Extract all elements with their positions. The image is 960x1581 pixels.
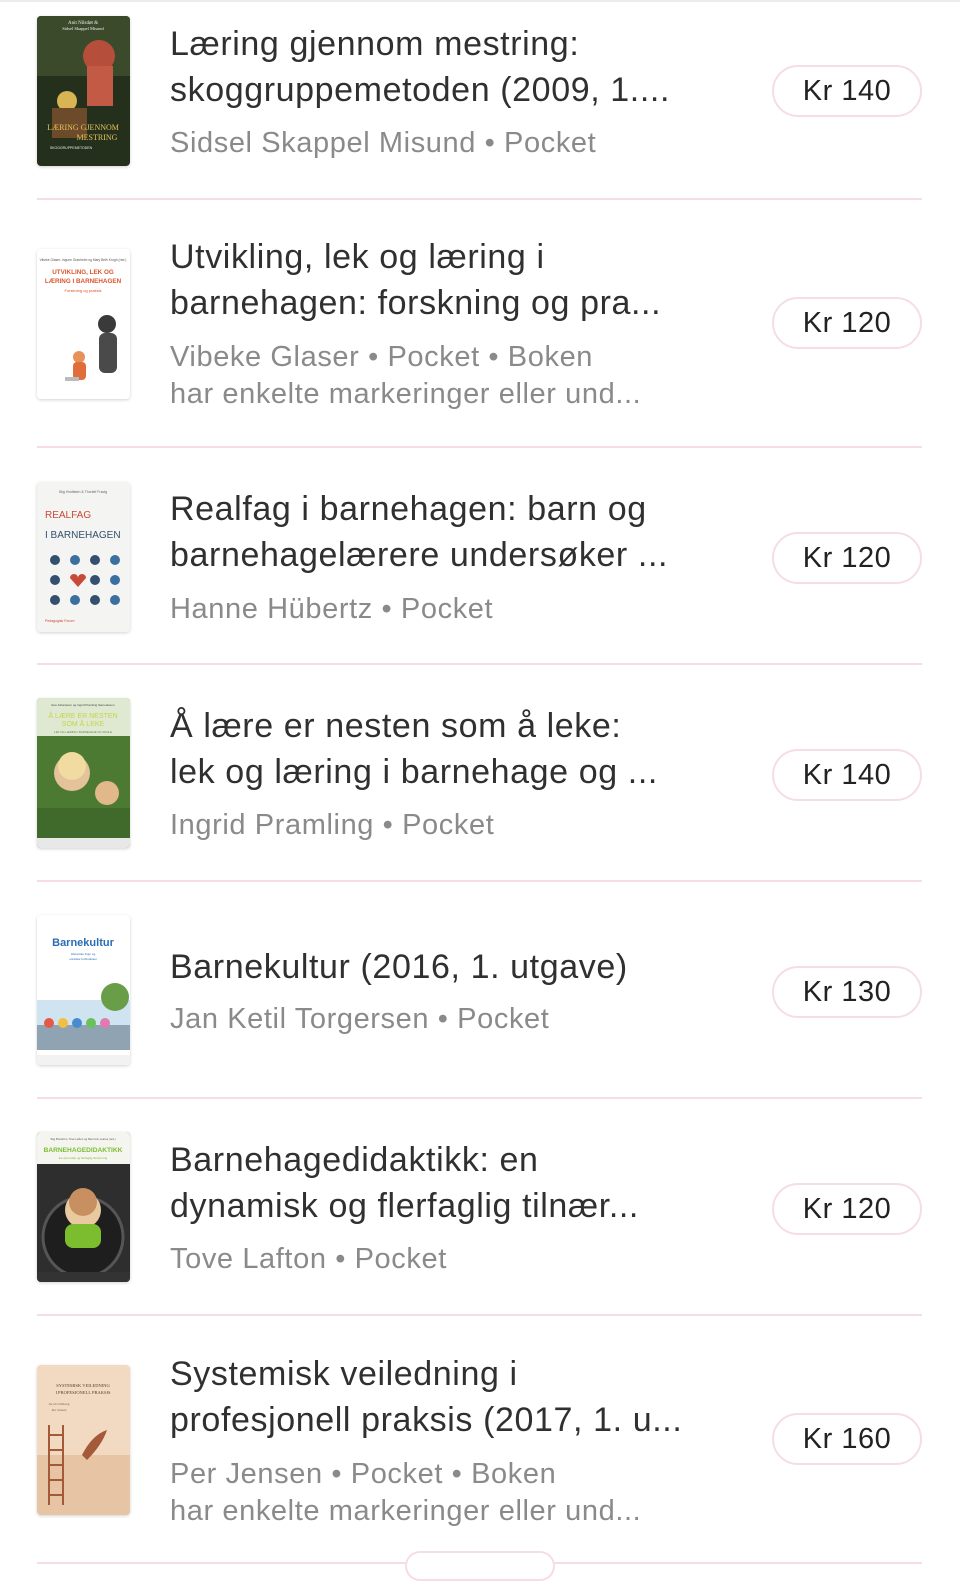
cover-image: Stig Hvidtsten & Thorleif Frøvig REALFAG… [37, 482, 130, 632]
cover-image: Eva Johansson og Ingrid Pramling Samuels… [37, 698, 130, 848]
price-button[interactable]: Kr 160 [772, 1413, 922, 1465]
cover-text: Historiske linjer og [71, 952, 96, 956]
list-item[interactable]: SYSTEMISK VEILEDNING I PROFESJONELL PRAK… [37, 1316, 922, 1564]
book-title-line: Barnehagedidaktikk: en [170, 1141, 539, 1179]
book-cover[interactable]: Stig Hvidtsten & Thorleif Frøvig REALFAG… [37, 482, 130, 632]
cover-text: I BARNEHAGEN [45, 530, 121, 541]
cover-text: Stig Broström, Tove Lafton og Mari Ann L… [50, 1137, 115, 1141]
book-title-line: Systemisk veiledning i [170, 1355, 518, 1393]
cover-text: SKOGGRUPPEMETODEN [50, 146, 93, 150]
price-button[interactable]: Kr 120 [772, 532, 922, 584]
list-item[interactable]: Stig Broström, Tove Lafton og Mari Ann L… [37, 1099, 922, 1316]
price-button[interactable]: Kr 120 [772, 1183, 922, 1235]
book-cover[interactable]: Stig Broström, Tove Lafton og Mari Ann L… [37, 1132, 130, 1282]
book-title-line: Realfag i barnehagen: barn og [170, 490, 647, 528]
book-cover[interactable]: Eva Johansson og Ingrid Pramling Samuels… [37, 698, 130, 848]
book-cover[interactable]: Barnekultur Historiske linjer og nordisk… [37, 915, 130, 1065]
cover-text: Vibeke Glaser, Ingunn Granheim og Mary B… [40, 258, 127, 262]
list-item[interactable]: Stig Hvidtsten & Thorleif Frøvig REALFAG… [37, 448, 922, 665]
cover-text: Pedagogisk Forum [45, 619, 74, 623]
cover-text: REALFAG [45, 510, 91, 521]
book-title-line: lek og læring i barnehage og ... [170, 753, 658, 791]
book-meta: Vibeke Glaser • Pocket • Boken [170, 341, 594, 373]
list-item[interactable]: Barnekultur Historiske linjer og nordisk… [37, 882, 922, 1099]
cover-image: SYSTEMISK VEILEDNING I PROFESJONELL PRAK… [37, 1365, 130, 1515]
book-meta: Hanne Hübertz • Pocket [170, 593, 494, 625]
book-title-line: Utvikling, lek og læring i [170, 238, 545, 276]
cover-text: Jacob Ulleberg [48, 1402, 69, 1406]
cover-text: LÆRING I BARNEHAGEN [45, 278, 122, 285]
cover-text: LEK OG LÆRING I BARNEHAGE OG SKOLE [54, 730, 112, 734]
book-title-line: dynamisk og flerfaglig tilnær... [170, 1187, 639, 1225]
book-title-line: profesjonell praksis (2017, 1. u... [170, 1401, 683, 1439]
book-cover[interactable]: Anit Nilsdøt & Sidsel Skappel Misund LÆR… [37, 16, 130, 166]
book-meta: Jan Ketil Torgersen • Pocket [170, 1003, 550, 1035]
list-item[interactable]: Eva Johansson og Ingrid Pramling Samuels… [37, 665, 922, 882]
book-cover[interactable]: SYSTEMISK VEILEDNING I PROFESJONELL PRAK… [37, 1365, 130, 1515]
book-title-line: Å lære er nesten som å leke: [170, 707, 622, 745]
cover-text: nordiske forbindelser [69, 957, 97, 961]
book-title-line: Læring gjennom mestring: [170, 25, 580, 63]
cover-text: LÆRING GJENNOM [47, 123, 119, 132]
book-meta: Ingrid Pramling • Pocket [170, 809, 495, 841]
cover-text: Stig Hvidtsten & Thorleif Frøvig [59, 490, 107, 494]
list-item[interactable]: Anit Nilsdøt & Sidsel Skappel Misund LÆR… [37, 0, 922, 200]
cover-text: Per Jensen [52, 1408, 67, 1412]
cover-image: Stig Broström, Tove Lafton og Mari Ann L… [37, 1132, 130, 1282]
cover-image: Barnekultur Historiske linjer og nordisk… [37, 915, 130, 1065]
book-meta: har enkelte markeringer eller und... [170, 1495, 642, 1527]
price-button[interactable]: Kr 120 [772, 297, 922, 349]
book-title-line: barnehagelærere undersøker ... [170, 536, 669, 574]
book-meta: har enkelte markeringer eller und... [170, 378, 642, 410]
cover-text: BARNEHAGEDIDAKTIKK [44, 1147, 123, 1154]
partial-pill-button[interactable] [405, 1551, 555, 1581]
price-button[interactable]: Kr 140 [772, 65, 922, 117]
book-meta: Tove Lafton • Pocket [170, 1243, 447, 1275]
cover-text: Eva Johansson og Ingrid Pramling Samuels… [51, 703, 114, 707]
price-button[interactable]: Kr 130 [772, 966, 922, 1018]
list-item[interactable]: Vibeke Glaser, Ingunn Granheim og Mary B… [37, 200, 922, 448]
cover-image: Vibeke Glaser, Ingunn Granheim og Mary B… [37, 249, 130, 399]
cover-text: MESTRING [77, 133, 118, 142]
cover-text: UTVIKLING, LEK OG [52, 269, 114, 276]
book-title-line: Barnekultur (2016, 1. utgave) [170, 948, 628, 986]
book-cover[interactable]: Vibeke Glaser, Ingunn Granheim og Mary B… [37, 249, 130, 399]
cover-text: I PROFESJONELL PRAKSIS [55, 1390, 111, 1395]
cover-text: Å LÆRE ER NESTEN [48, 711, 117, 720]
cover-text: SYSTEMISK VEILEDNING [56, 1383, 110, 1388]
cover-text: Barnekultur [52, 937, 114, 949]
book-title-line: skoggruppemetoden (2009, 1.... [170, 71, 670, 109]
cover-text: SOM Å LEKE [62, 719, 105, 728]
cover-text: En dynamisk og flerfaglig tilnærming [59, 1156, 108, 1160]
book-meta: Per Jensen • Pocket • Boken [170, 1458, 557, 1490]
price-button[interactable]: Kr 140 [772, 749, 922, 801]
book-title-line: barnehagen: forskning og pra... [170, 284, 662, 322]
cover-text: Sidsel Skappel Misund [62, 26, 104, 31]
book-meta: Sidsel Skappel Misund • Pocket [170, 127, 597, 159]
cover-text: Forskning og praksis [65, 288, 102, 293]
cover-image: Anit Nilsdøt & Sidsel Skappel Misund LÆR… [37, 16, 130, 166]
